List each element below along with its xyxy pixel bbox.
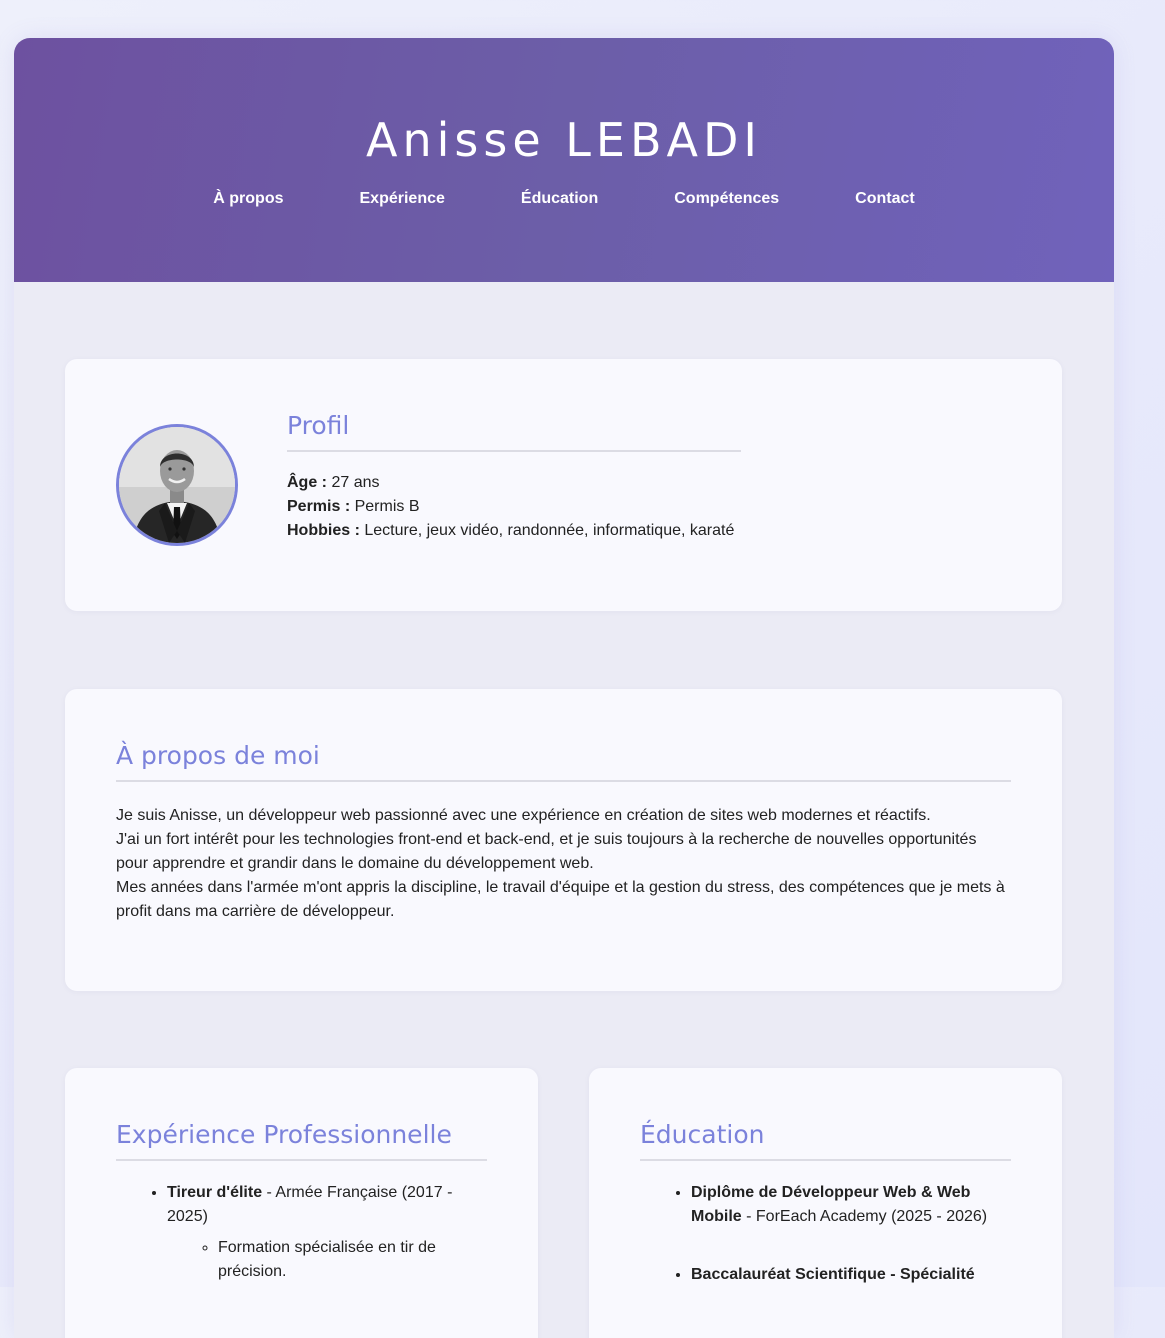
hobbies-value: Lecture, jeux vidéo, randonnée, informat… bbox=[364, 522, 735, 539]
profile-photo-icon bbox=[119, 427, 235, 543]
about-paragraph-1: Je suis Anisse, un développeur web passi… bbox=[116, 807, 931, 824]
education-degree: Baccalauréat Scientifique - Spécialité bbox=[691, 1266, 975, 1283]
education-detail: - ForEach Academy (2025 - 2026) bbox=[741, 1208, 988, 1225]
permis-label: Permis : bbox=[287, 498, 351, 515]
list-item: Baccalauréat Scientifique - Spécialité bbox=[691, 1263, 1011, 1287]
about-paragraph-2: J'ai un fort intérêt pour les technologi… bbox=[116, 831, 977, 872]
about-card: À propos de moi Je suis Anisse, un dével… bbox=[65, 689, 1062, 991]
education-card: Éducation Diplôme de Développeur Web & W… bbox=[589, 1068, 1062, 1338]
nav-link-skills[interactable]: Compétences bbox=[636, 190, 817, 208]
profile-info: Profil Âge : 27 ans Permis : Permis B Ho… bbox=[287, 411, 741, 543]
about-text: Je suis Anisse, un développeur web passi… bbox=[116, 804, 1011, 924]
permis-value: Permis B bbox=[354, 498, 420, 515]
list-item: Formation spécialisée en tir de précisio… bbox=[218, 1236, 487, 1284]
profile-permis-row: Permis : Permis B bbox=[287, 495, 741, 519]
page-title: Anisse LEBADI bbox=[366, 113, 762, 167]
list-item: Diplôme de Développeur Web & Web Mobile … bbox=[691, 1181, 1011, 1229]
avatar bbox=[116, 424, 238, 546]
nav-link-about[interactable]: À propos bbox=[175, 190, 321, 208]
profile-hobbies-row: Hobbies : Lecture, jeux vidéo, randonnée… bbox=[287, 519, 741, 543]
experience-sublist: Formation spécialisée en tir de précisio… bbox=[167, 1236, 487, 1284]
nav-link-contact[interactable]: Contact bbox=[817, 190, 953, 208]
experience-heading: Expérience Professionnelle bbox=[116, 1120, 487, 1161]
nav-link-experience[interactable]: Expérience bbox=[322, 190, 483, 208]
cv-page: Anisse LEBADI À propos Expérience Éducat… bbox=[14, 38, 1114, 1338]
profile-card: Profil Âge : 27 ans Permis : Permis B Ho… bbox=[65, 359, 1062, 611]
about-heading: À propos de moi bbox=[116, 741, 1011, 782]
nav-link-education[interactable]: Éducation bbox=[483, 190, 636, 208]
education-list: Diplôme de Développeur Web & Web Mobile … bbox=[640, 1181, 1011, 1287]
experience-card: Expérience Professionnelle Tireur d'élit… bbox=[65, 1068, 538, 1338]
experience-role: Tireur d'élite bbox=[167, 1184, 263, 1201]
experience-list: Tireur d'élite - Armée Française (2017 -… bbox=[116, 1181, 487, 1284]
education-heading: Éducation bbox=[640, 1120, 1011, 1161]
main-nav: À propos Expérience Éducation Compétence… bbox=[14, 190, 1114, 208]
profile-age-row: Âge : 27 ans bbox=[287, 471, 741, 495]
about-paragraph-3: Mes années dans l'armée m'ont appris la … bbox=[116, 879, 1005, 920]
profile-heading: Profil bbox=[287, 411, 741, 452]
hobbies-label: Hobbies : bbox=[287, 522, 360, 539]
age-value: 27 ans bbox=[331, 474, 380, 491]
age-label: Âge : bbox=[287, 474, 327, 491]
site-header: Anisse LEBADI À propos Expérience Éducat… bbox=[14, 38, 1114, 282]
list-item: Tireur d'élite - Armée Française (2017 -… bbox=[167, 1181, 487, 1284]
